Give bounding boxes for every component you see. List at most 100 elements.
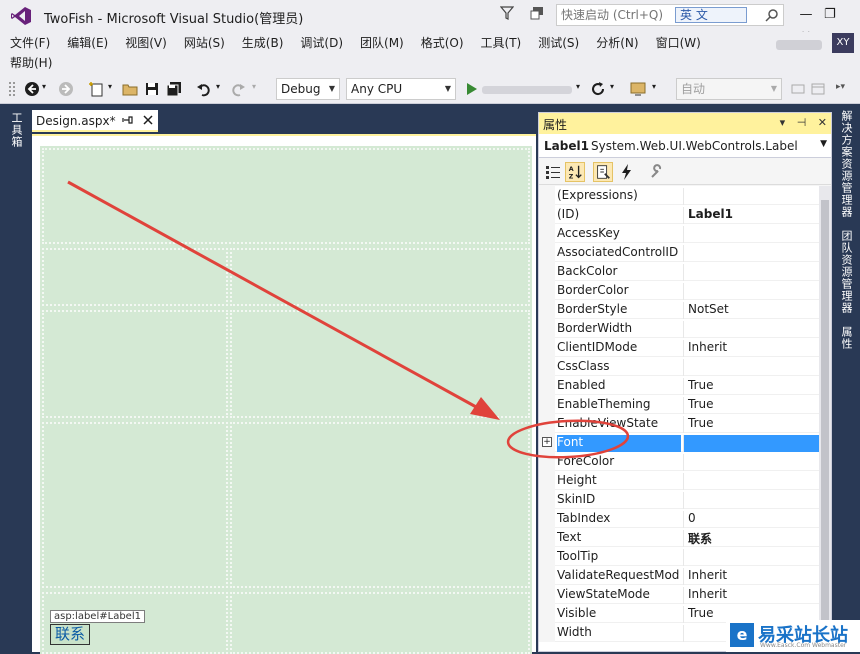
- chevron-down-icon[interactable]: ▾: [610, 82, 614, 91]
- property-grid-scrollbar[interactable]: [819, 186, 831, 651]
- toolbar-grip-icon[interactable]: [8, 81, 16, 97]
- start-debugging-icon[interactable]: [464, 81, 480, 97]
- property-row[interactable]: Enabled True: [539, 376, 819, 395]
- property-value[interactable]: True: [683, 378, 819, 395]
- chevron-down-icon[interactable]: ▾: [216, 82, 220, 91]
- layout-icon[interactable]: [790, 81, 806, 97]
- table-cell[interactable]: [42, 310, 228, 418]
- property-value[interactable]: True: [683, 416, 819, 433]
- property-row[interactable]: SkinID: [539, 490, 819, 509]
- navigate-forward-icon[interactable]: [58, 81, 74, 97]
- save-all-icon[interactable]: [166, 81, 182, 97]
- property-row[interactable]: AccessKey: [539, 224, 819, 243]
- menu-item[interactable]: 分析(N): [596, 34, 638, 52]
- property-value[interactable]: [683, 245, 819, 262]
- property-pages-icon[interactable]: [647, 162, 667, 182]
- property-value[interactable]: [683, 264, 819, 281]
- browser-link-icon[interactable]: [630, 81, 646, 97]
- alphabetical-icon[interactable]: AZ: [565, 162, 585, 182]
- object-selector[interactable]: Label1 System.Web.UI.WebControls.Label ▼: [539, 134, 831, 158]
- property-value[interactable]: Inherit: [683, 568, 819, 585]
- configuration-select[interactable]: Debug ▼: [276, 78, 340, 100]
- solution-explorer-tab[interactable]: 解决方案资源管理器: [838, 110, 854, 218]
- window-menu-icon[interactable]: ▾: [780, 116, 786, 129]
- property-value[interactable]: [683, 321, 819, 338]
- avatar[interactable]: XY: [832, 33, 854, 53]
- property-value[interactable]: [683, 188, 819, 205]
- categorized-icon[interactable]: [543, 162, 563, 182]
- minimize-button[interactable]: —: [796, 4, 816, 26]
- platform-select[interactable]: Any CPU ▼: [346, 78, 456, 100]
- menu-item[interactable]: 工具(T): [481, 34, 522, 52]
- menu-item[interactable]: 团队(M): [360, 34, 404, 52]
- property-row[interactable]: Height: [539, 471, 819, 490]
- chevron-down-icon[interactable]: ▾: [108, 82, 112, 91]
- quick-launch-input[interactable]: [557, 5, 669, 25]
- design-view-icon[interactable]: [810, 81, 826, 97]
- undo-icon[interactable]: [196, 81, 212, 97]
- property-value[interactable]: [683, 359, 819, 376]
- close-icon[interactable]: [142, 114, 154, 126]
- property-value[interactable]: 联系: [683, 530, 819, 547]
- expand-icon[interactable]: +: [542, 437, 552, 447]
- maximize-button[interactable]: ❐: [820, 4, 840, 26]
- pin-icon[interactable]: ⊣: [797, 116, 807, 129]
- refresh-icon[interactable]: [590, 81, 606, 97]
- table-cell[interactable]: [230, 310, 530, 418]
- menu-item[interactable]: 网站(S): [184, 34, 225, 52]
- property-row[interactable]: BorderStyle NotSet: [539, 300, 819, 319]
- property-row[interactable]: ClientIDMode Inherit: [539, 338, 819, 357]
- designer-canvas[interactable]: asp:label#Label1 联系: [32, 134, 536, 654]
- property-row[interactable]: BorderColor: [539, 281, 819, 300]
- table-cell[interactable]: [230, 248, 530, 306]
- navigate-back-icon[interactable]: [24, 81, 40, 97]
- table-cell[interactable]: [230, 422, 530, 588]
- toolbox-tab[interactable]: 工具箱: [8, 112, 24, 148]
- quick-launch-box[interactable]: 英 文: [556, 4, 784, 26]
- property-row[interactable]: AssociatedControlID: [539, 243, 819, 262]
- notification-filter-icon[interactable]: [500, 5, 514, 21]
- property-value[interactable]: [683, 435, 819, 452]
- menu-item[interactable]: 编辑(E): [67, 34, 108, 52]
- table-cell[interactable]: [42, 248, 228, 306]
- property-row[interactable]: EnableTheming True: [539, 395, 819, 414]
- property-value[interactable]: Inherit: [683, 587, 819, 604]
- property-row[interactable]: EnableViewState True: [539, 414, 819, 433]
- tab-design-aspx[interactable]: Design.aspx*: [32, 110, 158, 132]
- chevron-down-icon[interactable]: ▾: [42, 82, 46, 91]
- chevron-down-icon[interactable]: ▾: [576, 82, 580, 91]
- user-name[interactable]: [776, 40, 822, 50]
- pin-icon[interactable]: [122, 114, 134, 126]
- team-explorer-tab[interactable]: 团队资源管理器: [838, 230, 854, 314]
- property-row[interactable]: (Expressions): [539, 186, 819, 205]
- property-value[interactable]: [683, 549, 819, 566]
- property-value[interactable]: True: [683, 397, 819, 414]
- property-row[interactable]: TabIndex 0: [539, 509, 819, 528]
- toolbar-overflow-icon[interactable]: ▸▾: [836, 82, 845, 92]
- save-icon[interactable]: [144, 81, 160, 97]
- property-row[interactable]: + Font: [539, 433, 819, 452]
- open-folder-icon[interactable]: [122, 81, 138, 97]
- chevron-down-icon[interactable]: ▾: [252, 82, 256, 91]
- property-row[interactable]: ForeColor: [539, 452, 819, 471]
- redo-icon[interactable]: [230, 81, 246, 97]
- property-row[interactable]: BackColor: [539, 262, 819, 281]
- property-value[interactable]: [683, 473, 819, 490]
- property-value[interactable]: Inherit: [683, 340, 819, 357]
- property-value[interactable]: [683, 283, 819, 300]
- menu-item[interactable]: 文件(F): [10, 34, 50, 52]
- property-row[interactable]: (ID) Label1: [539, 205, 819, 224]
- menu-item-help[interactable]: 帮助(H): [10, 54, 52, 72]
- property-row[interactable]: CssClass: [539, 357, 819, 376]
- events-icon[interactable]: [617, 162, 637, 182]
- property-value[interactable]: NotSet: [683, 302, 819, 319]
- property-row[interactable]: BorderWidth: [539, 319, 819, 338]
- table-cell[interactable]: [42, 422, 228, 588]
- property-row[interactable]: ToolTip: [539, 547, 819, 566]
- menu-item[interactable]: 窗口(W): [656, 34, 701, 52]
- design-surface[interactable]: asp:label#Label1 联系: [40, 146, 532, 654]
- close-icon[interactable]: ✕: [818, 116, 827, 129]
- table-cell-header[interactable]: [42, 148, 530, 244]
- menu-item[interactable]: 视图(V): [125, 34, 167, 52]
- search-icon[interactable]: [765, 8, 779, 22]
